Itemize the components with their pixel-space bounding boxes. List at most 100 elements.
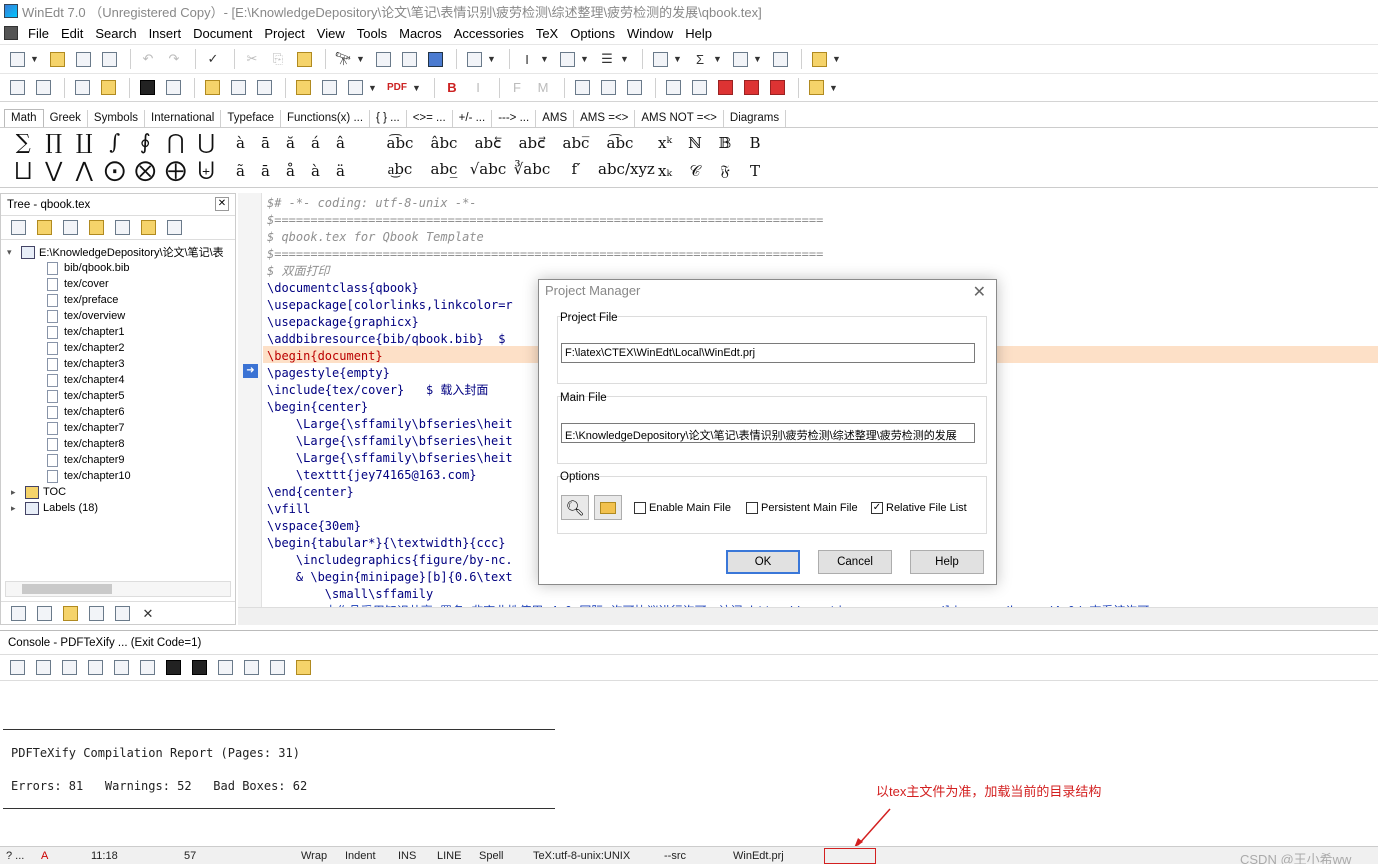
- tree-book-button[interactable]: [111, 217, 133, 239]
- palette-symbol[interactable]: xᵏ: [650, 134, 680, 152]
- math-tab-0[interactable]: Math: [4, 109, 44, 127]
- bug-button[interactable]: [714, 77, 736, 99]
- palette-symbol[interactable]: ⨄: [191, 158, 222, 183]
- palette-symbol[interactable]: à: [228, 134, 253, 152]
- status-ins[interactable]: INS: [398, 850, 416, 862]
- code-line[interactable]: \documentclass{qbook}: [267, 280, 419, 297]
- palette-symbol[interactable]: á: [303, 134, 328, 152]
- page-button[interactable]: [463, 48, 485, 70]
- console-options-button[interactable]: [292, 657, 314, 679]
- code-line[interactable]: \Large{\sffamily\bfseries\heit: [267, 416, 513, 433]
- palette-symbol[interactable]: ⨂: [130, 158, 161, 182]
- save-button[interactable]: [72, 48, 94, 70]
- tree-file-item[interactable]: tex/chapter10: [1, 468, 235, 484]
- cut-button[interactable]: ✂: [241, 48, 263, 70]
- menu-project[interactable]: Project: [258, 26, 310, 41]
- code-line[interactable]: \addbibresource{bib/qbook.bib} $: [267, 331, 505, 348]
- code-line[interactable]: $ 双面打印: [267, 263, 329, 280]
- dropdown-arrow-icon[interactable]: ▼: [620, 54, 630, 64]
- palette-symbol[interactable]: B: [740, 134, 770, 152]
- dropdown-arrow-icon[interactable]: ▼: [368, 83, 378, 93]
- macro-b-button[interactable]: [597, 77, 619, 99]
- console-build-button[interactable]: [214, 657, 236, 679]
- copy-button[interactable]: ⎘: [267, 48, 289, 70]
- list-button[interactable]: ☰: [596, 48, 618, 70]
- palette-symbol[interactable]: ∑: [8, 130, 39, 154]
- palette-symbol[interactable]: ⋀: [69, 158, 100, 182]
- palette-symbol[interactable]: abc/xyz: [598, 160, 655, 178]
- palette-symbol[interactable]: ℕ: [680, 134, 710, 152]
- code-line[interactable]: \pagestyle{empty}: [267, 365, 390, 382]
- console-copy-button[interactable]: [110, 657, 132, 679]
- palette-symbol[interactable]: a͜bc: [378, 160, 422, 179]
- console-clean-button[interactable]: [84, 657, 106, 679]
- tree-close-button[interactable]: [33, 217, 55, 239]
- palette-symbol[interactable]: ä: [328, 162, 353, 180]
- palette-symbol[interactable]: ⋁: [39, 158, 70, 182]
- code-line[interactable]: \begin{center}: [267, 399, 368, 416]
- status-src[interactable]: --src: [664, 850, 686, 862]
- console-window-button[interactable]: [266, 657, 288, 679]
- frame-button[interactable]: [769, 48, 791, 70]
- tree-add-button[interactable]: [7, 217, 29, 239]
- acrobat-alt-button[interactable]: [766, 77, 788, 99]
- undo-button[interactable]: ↶: [137, 48, 159, 70]
- menu-tex[interactable]: TeX: [530, 26, 564, 41]
- scroll-thumb[interactable]: [22, 584, 112, 594]
- dropdown-arrow-icon[interactable]: ▼: [487, 54, 497, 64]
- bookmark-dim-button[interactable]: [32, 77, 54, 99]
- code-line[interactable]: & \begin{minipage}[b]{0.6\text: [267, 569, 513, 586]
- expand-icon[interactable]: ▸: [11, 503, 21, 514]
- build-button[interactable]: [201, 77, 223, 99]
- console-paste-button[interactable]: [136, 657, 158, 679]
- palette-symbol[interactable]: abc̲: [422, 160, 466, 178]
- menu-edit[interactable]: Edit: [55, 26, 89, 41]
- math-tab-13[interactable]: Diagrams: [724, 110, 787, 127]
- palette-symbol[interactable]: abc̅: [554, 134, 598, 152]
- palette-symbol[interactable]: 𝒞: [680, 162, 710, 180]
- menu-help[interactable]: Help: [679, 26, 718, 41]
- dropdown-arrow-icon[interactable]: ▼: [580, 54, 590, 64]
- comment-button[interactable]: [162, 77, 184, 99]
- ok-button[interactable]: OK: [726, 550, 800, 574]
- italic-dim-button[interactable]: I: [467, 77, 489, 99]
- bookmark-button[interactable]: [6, 77, 28, 99]
- tree-bottom-edit-button[interactable]: [33, 603, 55, 625]
- math-tab-12[interactable]: AMS NOT =<>: [635, 110, 724, 127]
- menu-search[interactable]: Search: [89, 26, 142, 41]
- code-line[interactable]: \usepackage[colorlinks,linkcolor=r: [267, 297, 513, 314]
- palette-symbol[interactable]: ⋂: [161, 130, 192, 154]
- dropdown-arrow-icon[interactable]: ▼: [412, 83, 422, 93]
- code-line[interactable]: \include{tex/cover} $ 载入封面: [267, 382, 488, 399]
- tree-file-item[interactable]: tex/chapter4: [1, 372, 235, 388]
- palette-symbol[interactable]: âbc: [422, 134, 466, 152]
- menu-macros[interactable]: Macros: [393, 26, 448, 41]
- status-wrap[interactable]: Wrap: [301, 850, 327, 862]
- toolbox-button[interactable]: [808, 48, 830, 70]
- code-line[interactable]: \begin{document}: [267, 348, 383, 365]
- menu-insert[interactable]: Insert: [143, 26, 188, 41]
- print-button[interactable]: [98, 48, 120, 70]
- project-file-field[interactable]: F:\latex\CTEX\WinEdt\Local\WinEdt.prj: [561, 343, 975, 363]
- dialog-close-icon[interactable]: ✕: [973, 282, 986, 302]
- status-spell[interactable]: Spell: [479, 850, 503, 862]
- sum-button[interactable]: Σ: [689, 48, 711, 70]
- tree-bottom-panel-button[interactable]: [7, 603, 29, 625]
- printer-button[interactable]: [344, 77, 366, 99]
- redo-button[interactable]: ↷: [163, 48, 185, 70]
- dropdown-arrow-icon[interactable]: ▼: [673, 54, 683, 64]
- console-terminal-button[interactable]: [162, 657, 184, 679]
- macro-a-button[interactable]: [571, 77, 593, 99]
- code-line[interactable]: $ qbook.tex for Qbook Template: [267, 229, 484, 246]
- palette-symbol[interactable]: abc⃖: [466, 134, 510, 152]
- menu-options[interactable]: Options: [564, 26, 621, 41]
- image-button[interactable]: [729, 48, 751, 70]
- tree-toggle-button[interactable]: [97, 77, 119, 99]
- palette-symbol[interactable]: à: [303, 162, 328, 180]
- palette-symbol[interactable]: ∛abc: [510, 160, 554, 178]
- code-line[interactable]: \small\sffamily: [267, 586, 433, 603]
- math-tab-4[interactable]: Typeface: [221, 110, 281, 127]
- tree-file-item[interactable]: tex/chapter2: [1, 340, 235, 356]
- tree-file-item[interactable]: tex/chapter1: [1, 324, 235, 340]
- math-tab-5[interactable]: Functions(x) ...: [281, 110, 371, 127]
